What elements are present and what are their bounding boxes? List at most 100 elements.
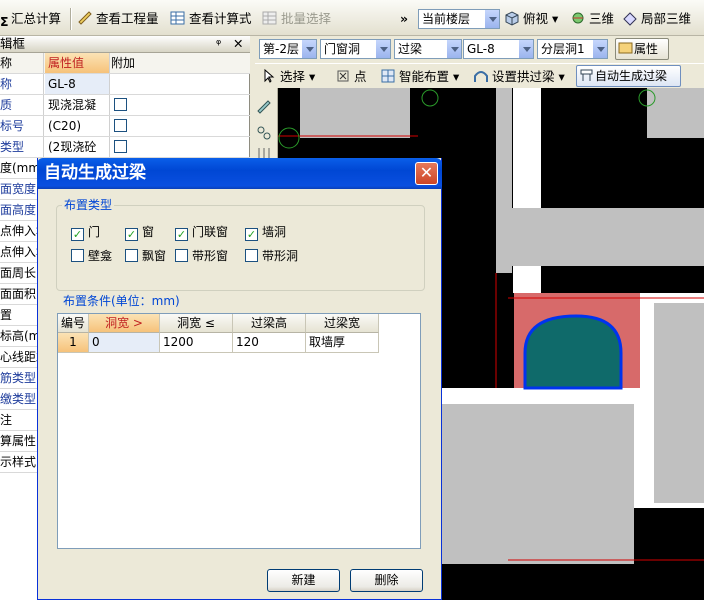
checkbox[interactable] [175,228,188,241]
local-3d-button[interactable]: 局部三维 [622,9,691,29]
3d-icon [570,10,586,26]
element-name-combo[interactable]: GL-8 [463,39,534,59]
grid-cell[interactable]: 0 [89,333,160,353]
grid-cell[interactable]: 1 [58,333,89,353]
element-type-combo[interactable]: 过梁 [394,39,462,59]
checkbox[interactable] [71,249,84,262]
floor-combo[interactable]: 第-2层 [259,39,317,59]
brush-icon[interactable] [255,96,273,114]
category-combo[interactable]: 门窗洞 [320,39,391,59]
property-row[interactable]: 类型 (2现浇砼 [0,137,250,158]
sigma-icon: Σ [0,14,9,29]
dialog-title-bar: 自动生成过梁 ✕ [37,158,442,189]
batch-select-button[interactable]: 批量选择 [262,9,331,29]
view-formula-button[interactable]: 查看计算式 [170,9,252,29]
auto-beam-dialog: 自动生成过梁 ✕ 布置类型 门 窗 门联窗 墙洞壁龛 飘窗 带形窗 带形洞 布置条件(单位：… [37,158,442,600]
separator [70,8,72,30]
smart-layout-button[interactable]: 智能布置 ▾ [380,67,459,87]
grid-header[interactable]: 洞宽 ≤ [160,314,233,333]
wall-block [647,88,704,138]
chevron-down-icon [301,40,316,58]
property-value[interactable]: (2现浇砼 [45,137,110,157]
type-option-3[interactable]: 墙洞 [245,224,286,241]
wall-block [654,303,704,503]
type-option-0[interactable]: 门 [71,224,100,241]
close-icon[interactable]: ✕ [233,36,243,52]
type-option-6[interactable]: 带形窗 [175,248,228,264]
wall-block [442,404,634,564]
checkbox[interactable] [175,249,188,262]
col-extra-header: 附加 [111,56,136,70]
type-label: 门联窗 [192,225,229,239]
property-row[interactable]: 质现浇混凝 [0,95,250,116]
pin-icon[interactable]: ᵠ [216,36,221,52]
checkbox[interactable] [245,228,258,241]
property-header-row: 称 属性值 附加 [0,53,250,74]
property-value[interactable]: GL-8 [45,74,110,94]
view-3d-button[interactable]: 三维 [570,9,614,29]
grid-marker [421,89,439,107]
checkbox[interactable] [71,228,84,241]
door-arch [523,314,623,390]
cursor-icon [261,68,277,84]
grid-header[interactable]: 过梁宽 [306,314,379,333]
type-label: 壁龛 [88,249,113,263]
floor-select[interactable]: 当前楼层 [418,9,500,29]
arch-icon [473,68,489,84]
grid-marker [278,127,300,149]
extra-checkbox[interactable] [114,119,127,132]
grid-cell[interactable]: 取墙厚 [306,333,379,353]
extra-checkbox[interactable] [114,98,127,111]
property-value[interactable]: 现浇混凝 [45,95,110,115]
property-row[interactable]: 称 GL-8 [0,74,250,95]
type-option-1[interactable]: 窗 [125,224,154,241]
checkbox[interactable] [245,249,258,262]
arch-beam-button[interactable]: 设置拱过梁 ▾ [473,67,565,87]
layer-combo[interactable]: 分层洞1 [537,39,608,59]
close-icon[interactable]: ✕ [415,162,438,185]
grid-cell[interactable]: 1200 [160,333,233,353]
cube-icon [504,10,520,26]
type-label: 带形洞 [262,249,299,263]
extra-checkbox[interactable] [114,140,127,153]
chevron-down-icon [484,10,499,28]
property-value[interactable]: (C20) [45,116,110,136]
type-option-4[interactable]: 壁龛 [71,248,112,264]
property-panel-title: 辑框 ᵠ ✕ [0,36,250,53]
grid-header[interactable]: 编号 [58,314,89,333]
main-toolbar: Σ 汇总计算 查看工程量 查看计算式 批量选择 » 当前楼层 俯视 ▾ 三维 局部… [0,0,704,36]
ruler-icon [77,10,93,26]
layout-type-label: 布置类型 [62,198,115,212]
grid-cell[interactable]: 120 [233,333,306,353]
point-button[interactable]: 点 [335,67,367,87]
delete-button[interactable]: 删除 [350,569,423,592]
type-option-2[interactable]: 门联窗 [175,224,228,241]
auto-generate-beam-button[interactable]: 自动生成过梁 [576,65,681,87]
checkbox[interactable] [125,249,138,262]
more-chevron-icon[interactable]: » [400,9,408,29]
type-option-5[interactable]: 飘窗 [125,248,166,264]
new-button[interactable]: 新建 [267,569,340,592]
type-label: 带形窗 [192,249,229,263]
property-name: 类型 [0,137,44,157]
summary-calc-button[interactable]: Σ 汇总计算 [0,9,61,29]
property-row[interactable]: 标号 (C20) [0,116,250,137]
col-name-header: 称 [0,53,44,73]
layout-type-group: 布置类型 门 窗 门联窗 墙洞壁龛 飘窗 带形窗 带形洞 [56,198,425,291]
conditions-label: 布置条件(单位：mm) [61,294,182,308]
type-option-7[interactable]: 带形洞 [245,248,298,264]
wall-block [511,208,704,266]
void [634,508,704,600]
property-icon [618,41,634,55]
conditions-grid[interactable]: 编号 洞宽 > 洞宽 ≤ 过梁高 过梁宽 1 0 1200 120 取墙厚 [57,313,421,549]
grid-header[interactable]: 过梁高 [233,314,306,333]
snap-icon[interactable] [255,124,273,142]
col-value-header: 属性值 [45,53,110,73]
draw-toolbar: 选择 ▾ 点 智能布置 ▾ 设置拱过梁 ▾ 自动生成过梁 [255,63,704,87]
top-view-button[interactable]: 俯视 ▾ [504,9,558,29]
grid-header[interactable]: 洞宽 > [89,314,160,333]
select-button[interactable]: 选择 ▾ [261,67,315,87]
property-button[interactable]: 属性 [615,38,669,60]
view-quantity-button[interactable]: 查看工程量 [77,9,159,29]
checkbox[interactable] [125,228,138,241]
